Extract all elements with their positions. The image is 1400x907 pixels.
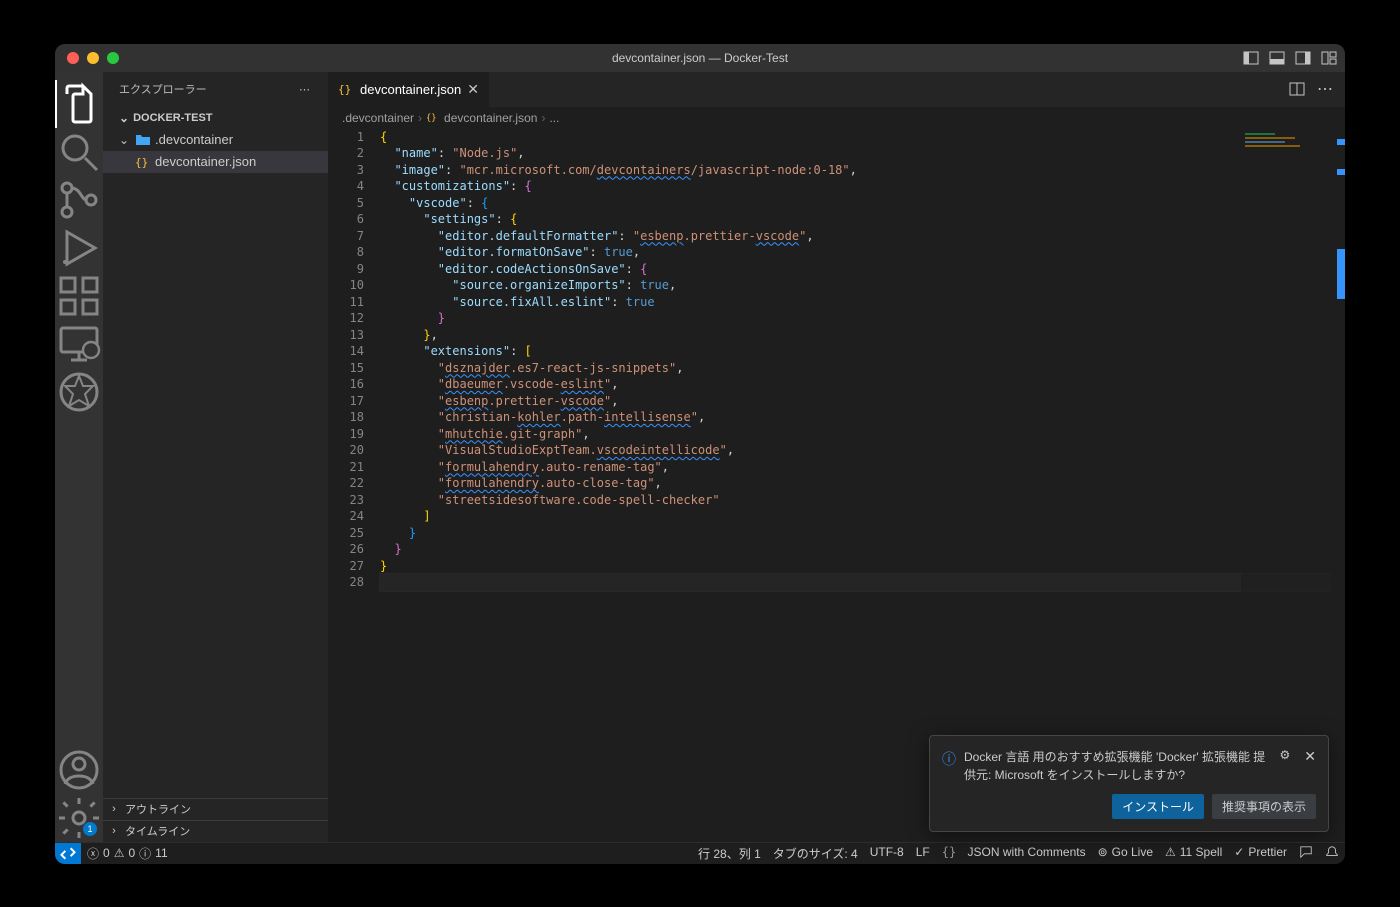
outline-label: アウトライン xyxy=(125,801,191,817)
workspace-root[interactable]: ⌄ DOCKER-TEST xyxy=(103,107,328,129)
breadcrumb-symbol[interactable]: ... xyxy=(549,111,559,125)
prettier-status[interactable]: ✓ Prettier xyxy=(1228,845,1293,859)
accounts-activity-icon[interactable] xyxy=(55,746,103,794)
toggle-panel-icon[interactable] xyxy=(1269,50,1285,66)
chevron-right-icon: › xyxy=(107,825,121,837)
svg-text:{}: {} xyxy=(135,156,148,169)
window-controls xyxy=(67,52,119,64)
remote-indicator[interactable] xyxy=(55,843,81,864)
breadcrumb-folder[interactable]: .devcontainer xyxy=(342,111,414,125)
svg-text:{}: {} xyxy=(338,83,351,96)
language-mode-status[interactable]: {} JSON with Comments xyxy=(936,845,1092,859)
outline-section[interactable]: › アウトライン xyxy=(103,798,328,820)
show-recommendations-button[interactable]: 推奨事項の表示 xyxy=(1212,794,1316,819)
chevron-down-icon: ⌄ xyxy=(119,133,131,147)
folder-icon xyxy=(135,132,151,148)
info-icon: ⓘ xyxy=(942,749,956,769)
folder-label: .devcontainer xyxy=(155,132,233,147)
recommendation-toast: ⓘ Docker 言語 用のおすすめ拡張機能 'Docker' 拡張機能 提供元… xyxy=(929,735,1329,832)
file-row-devcontainer-json[interactable]: {} devcontainer.json xyxy=(103,151,328,173)
explorer-sidebar: エクスプローラー ⋯ ⌄ DOCKER-TEST ⌄ .devcontainer… xyxy=(103,72,328,842)
editor-more-icon[interactable]: ⋯ xyxy=(1317,79,1335,99)
prettier-label: Prettier xyxy=(1248,845,1287,859)
notifications-status-icon[interactable] xyxy=(1319,845,1345,859)
json-file-icon: {} xyxy=(338,81,354,97)
vscode-window: devcontainer.json — Docker-Test 1 xyxy=(55,44,1345,864)
tab-label: devcontainer.json xyxy=(360,82,461,97)
editor-tabs: {} devcontainer.json ✕ ⋯ xyxy=(328,72,1345,107)
broadcast-icon: ⊚ xyxy=(1098,845,1108,859)
svg-text:{}: {} xyxy=(426,113,437,123)
chevron-right-icon: › xyxy=(541,111,545,125)
workspace-root-label: DOCKER-TEST xyxy=(133,112,212,124)
spell-label: 11 Spell xyxy=(1180,845,1222,859)
install-button[interactable]: インストール xyxy=(1112,794,1204,819)
explorer-label: エクスプローラー xyxy=(119,81,207,97)
titlebar: devcontainer.json — Docker-Test xyxy=(55,44,1345,72)
golive-label: Go Live xyxy=(1112,845,1153,859)
timeline-label: タイムライン xyxy=(125,823,190,839)
error-count: 0 xyxy=(103,846,110,860)
settings-badge: 1 xyxy=(83,822,97,836)
split-editor-icon[interactable] xyxy=(1289,81,1305,97)
breadcrumb-file[interactable]: devcontainer.json xyxy=(444,111,537,125)
chevron-right-icon: › xyxy=(107,803,121,815)
language-label: JSON with Comments xyxy=(968,845,1086,859)
chevron-right-icon: › xyxy=(418,111,422,125)
explorer-more-icon[interactable]: ⋯ xyxy=(299,83,312,96)
extensions-activity-icon[interactable] xyxy=(55,272,103,320)
eol-status[interactable]: LF xyxy=(910,845,936,859)
error-icon: ⓧ xyxy=(87,845,99,862)
overview-ruler[interactable] xyxy=(1331,129,1345,842)
editor-group: {} devcontainer.json ✕ ⋯ .devcontainer ›… xyxy=(328,72,1345,842)
explorer-activity-icon[interactable] xyxy=(55,80,103,128)
info-count: 11 xyxy=(155,846,167,860)
json-file-icon: {} xyxy=(135,154,151,170)
editor-tab-devcontainer[interactable]: {} devcontainer.json ✕ xyxy=(328,72,490,107)
minimize-window-button[interactable] xyxy=(87,52,99,64)
feedback-status-icon[interactable] xyxy=(1293,845,1319,859)
breadcrumbs[interactable]: .devcontainer › {} devcontainer.json › .… xyxy=(328,107,1345,129)
line-gutter: 1234567891011121314151617181920212223242… xyxy=(328,129,380,842)
close-tab-icon[interactable]: ✕ xyxy=(467,81,479,98)
info-icon: ⓘ xyxy=(139,845,151,862)
remote-explorer-activity-icon[interactable] xyxy=(55,320,103,368)
activity-bar: 1 xyxy=(55,72,103,842)
timeline-section[interactable]: › タイムライン xyxy=(103,820,328,842)
tab-size-status[interactable]: タブのサイズ: 4 xyxy=(767,845,864,862)
chevron-down-icon: ⌄ xyxy=(119,111,129,125)
source-control-activity-icon[interactable] xyxy=(55,176,103,224)
spell-check-status[interactable]: ⚠ 11 Spell xyxy=(1159,845,1228,859)
toggle-secondary-sidebar-icon[interactable] xyxy=(1295,50,1311,66)
json-file-icon: {} xyxy=(426,111,440,125)
search-activity-icon[interactable] xyxy=(55,128,103,176)
go-live-status[interactable]: ⊚ Go Live xyxy=(1092,845,1159,859)
settings-activity-icon[interactable]: 1 xyxy=(55,794,103,842)
customize-layout-icon[interactable] xyxy=(1321,50,1337,66)
toast-message: Docker 言語 用のおすすめ拡張機能 'Docker' 拡張機能 提供元: … xyxy=(964,748,1272,784)
close-window-button[interactable] xyxy=(67,52,79,64)
maximize-window-button[interactable] xyxy=(107,52,119,64)
encoding-status[interactable]: UTF-8 xyxy=(864,845,910,859)
run-debug-activity-icon[interactable] xyxy=(55,224,103,272)
gear-icon[interactable]: ⚙ xyxy=(1280,748,1291,762)
warning-icon: ⚠ xyxy=(114,846,125,860)
warning-icon: ⚠ xyxy=(1165,845,1176,859)
toggle-primary-sidebar-icon[interactable] xyxy=(1243,50,1259,66)
problems-status[interactable]: ⓧ0 ⚠0 ⓘ11 xyxy=(81,843,174,864)
file-label: devcontainer.json xyxy=(155,154,256,169)
check-icon: ✓ xyxy=(1234,845,1244,859)
warning-count: 0 xyxy=(128,846,135,860)
live-share-activity-icon[interactable] xyxy=(55,368,103,416)
window-title: devcontainer.json — Docker-Test xyxy=(55,51,1345,65)
close-toast-icon[interactable]: ✕ xyxy=(1304,748,1316,765)
folder-row-devcontainer[interactable]: ⌄ .devcontainer xyxy=(103,129,328,151)
cursor-position-status[interactable]: 行 28、列 1 xyxy=(692,845,767,862)
status-bar: ⓧ0 ⚠0 ⓘ11 行 28、列 1 タブのサイズ: 4 UTF-8 LF {}… xyxy=(55,842,1345,864)
